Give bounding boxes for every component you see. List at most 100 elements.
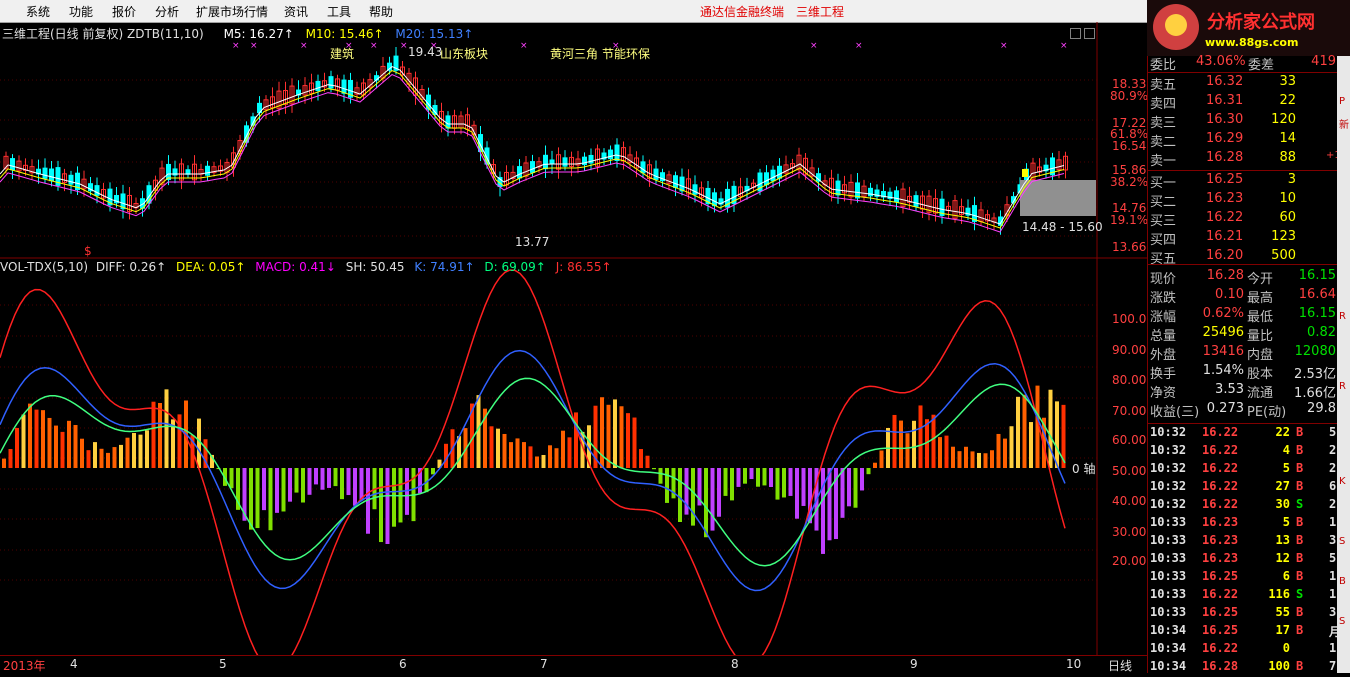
stat-value: 1.66亿 (1294, 386, 1336, 401)
ask-level-label: 卖五 (1150, 78, 1177, 93)
ma5-label: M5: 16.27↑ (223, 27, 294, 41)
annot-range: 14.48 - 15.60 (1022, 220, 1103, 234)
indicator-bar (288, 468, 292, 502)
indicator-bar (938, 437, 942, 468)
side-scrollbar[interactable]: P 新 R R K S B S (1337, 56, 1350, 673)
tick-price: 16.23 (1202, 551, 1239, 565)
indicator-bar (359, 468, 364, 501)
bid-volume: 10 (1279, 191, 1296, 206)
maximize-icon[interactable] (1084, 28, 1095, 39)
menu-help[interactable]: 帮助 (369, 3, 393, 20)
candle-body (68, 174, 74, 185)
restore-icon[interactable] (1070, 28, 1081, 39)
indicator-bar (769, 468, 773, 488)
tick-time: 10:32 (1150, 497, 1187, 511)
indicator-bar (723, 468, 728, 496)
scroll-mark: B (1339, 576, 1346, 587)
indicator-bar (860, 468, 864, 491)
candle-body (913, 195, 919, 207)
indicator-bar (905, 433, 910, 468)
indicator-bar (866, 468, 871, 475)
weicha-label: 委差 (1248, 58, 1275, 73)
scroll-mark: R (1339, 381, 1346, 392)
candle-body (530, 161, 535, 173)
indicator-bar (60, 431, 65, 468)
signal-star: × (370, 41, 378, 51)
menu-function[interactable]: 功能 (69, 3, 93, 20)
stat-label: 净资 (1150, 386, 1177, 401)
indicator-bar (749, 468, 754, 480)
indicator-bar (1055, 401, 1059, 468)
indicator-bar (314, 468, 318, 485)
bid-level-row: 买三 16.22 60 (1150, 210, 1337, 229)
candle-body (328, 76, 334, 89)
indicator-bar (379, 468, 383, 543)
indicator-bar (762, 468, 767, 486)
indicator-bar (678, 468, 682, 522)
logo-url: www.88gs.com (1205, 36, 1299, 49)
kline-chart[interactable]: × × × × × × × × × × × × × (0, 22, 1147, 655)
ind-axis-label: 100.0 (1112, 312, 1147, 326)
ask-volume: 22 (1279, 93, 1296, 108)
indicator-bar (691, 468, 695, 526)
ind-axis-label: 70.00 (1112, 404, 1147, 418)
logo-face-icon (1165, 14, 1187, 36)
candle-body (549, 159, 555, 165)
tick-time: 10:32 (1150, 461, 1187, 475)
tick-row: 10:33 16.23 5 B 1 (1150, 515, 1337, 533)
ind-sh: SH: 50.45 (345, 260, 405, 274)
candle-body (341, 79, 347, 94)
indicator-bar (853, 468, 858, 508)
indicator-bar (535, 456, 539, 468)
app-title: 通达信金融终端 (700, 5, 785, 19)
ask-volume: 120 (1271, 112, 1296, 127)
tick-time: 10:33 (1150, 569, 1187, 583)
ask-price: 16.28 (1206, 150, 1244, 165)
stat-value: 25496 (1202, 325, 1244, 340)
stat-label: 流通 (1247, 386, 1274, 401)
indicator-bar (158, 402, 162, 468)
tick-count: 3 (1329, 605, 1337, 619)
indicator-bar (145, 430, 149, 468)
tick-row: 10:34 16.22 0 1 (1150, 641, 1337, 659)
tick-volume: 12 (1275, 551, 1290, 565)
candle-body (445, 115, 451, 129)
tick-count: 6 (1329, 479, 1337, 493)
time-label: 4 (70, 657, 78, 671)
stat-value: 16.28 (1206, 268, 1244, 283)
period-label[interactable]: 日线 (1108, 657, 1132, 674)
bid-volume: 123 (1271, 229, 1296, 244)
signal-marker (1022, 169, 1028, 177)
ask-level-row: 卖五 16.32 33 (1150, 74, 1337, 93)
tick-time: 10:33 (1150, 551, 1187, 565)
ind-macd: MACD: 0.41↓ (255, 260, 336, 274)
tick-time: 10:34 (1150, 623, 1187, 637)
indicator-bar (567, 437, 572, 468)
candle-body (855, 182, 860, 199)
indicator-bar (106, 452, 110, 468)
tick-price: 16.22 (1202, 479, 1239, 493)
chart-title: 三维工程(日线 前复权) ZDTB(11,10) (2, 27, 204, 41)
bid-volume: 500 (1271, 248, 1296, 263)
zero-axis-label: 0 轴 (1072, 462, 1096, 476)
indicator-bar (164, 389, 169, 468)
menu-system[interactable]: 系统 (26, 3, 50, 20)
menu-quote[interactable]: 报价 (112, 3, 136, 20)
stat-value: 3.53 (1215, 382, 1244, 397)
menu-info[interactable]: 资讯 (284, 3, 308, 20)
indicator-bar (119, 444, 123, 468)
menu-analysis[interactable]: 分析 (155, 3, 179, 20)
tick-side: B (1296, 443, 1304, 457)
menu-tools[interactable]: 工具 (327, 3, 351, 20)
menu-ext-market[interactable]: 扩展市场行情 (196, 3, 268, 20)
tick-side: B (1296, 605, 1304, 619)
stat-value: 16.15 (1298, 306, 1336, 321)
indicator-bar (268, 468, 273, 531)
tick-time: 10:32 (1150, 425, 1187, 439)
annot-low: 13.77 (515, 235, 550, 249)
indicator-bar (684, 468, 689, 515)
indicator-bar (54, 425, 58, 468)
indicator-bar (28, 403, 32, 468)
bid-level-row: 买一 16.25 3 (1150, 172, 1337, 191)
indicator-bar (333, 468, 338, 487)
